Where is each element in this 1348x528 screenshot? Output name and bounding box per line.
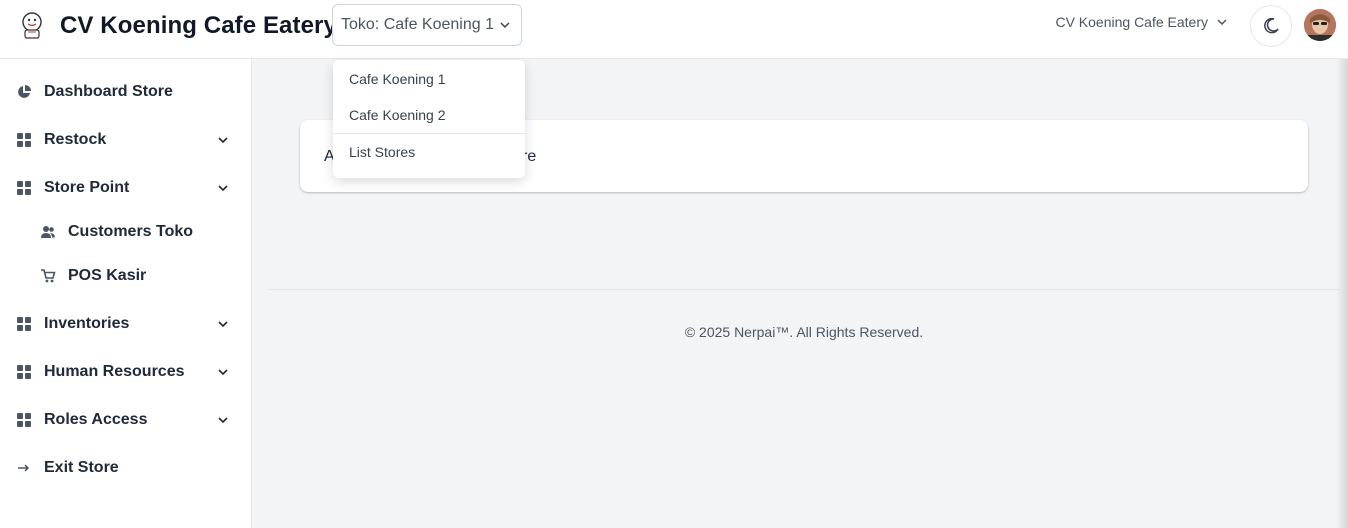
grid-icon xyxy=(17,317,31,331)
sidebar-item-inventories[interactable]: Inventories xyxy=(0,304,252,344)
organization-select-value: CV Koening Cafe Eatery xyxy=(1055,14,1208,30)
store-dropdown-menu: Cafe Koening 1 Cafe Koening 2 List Store… xyxy=(333,60,525,178)
sidebar-item-human-resources[interactable]: Human Resources xyxy=(0,352,252,392)
sidebar-item-customers-toko[interactable]: Customers Toko xyxy=(0,212,252,252)
sidebar-item-store-point[interactable]: Store Point xyxy=(0,168,252,208)
chevron-down-icon xyxy=(218,417,228,424)
grid-icon xyxy=(17,181,31,195)
sidebar-item-label: Restock xyxy=(44,131,107,148)
pie-chart-icon xyxy=(18,85,31,98)
sidebar-item-label: POS Kasir xyxy=(68,267,147,284)
chevron-down-icon xyxy=(218,137,228,144)
chevron-down-icon xyxy=(218,369,228,376)
scroll-shadow xyxy=(1336,59,1348,528)
store-select[interactable]: Toko: Cafe Koening 1 xyxy=(332,4,522,46)
sidebar-item-label: Roles Access xyxy=(44,411,148,428)
chevron-down-icon xyxy=(218,321,228,328)
footer-copyright: © 2025 Nerpai™. All Rights Reserved. xyxy=(684,324,924,340)
theme-toggle-button[interactable] xyxy=(1250,5,1292,47)
chevron-down-icon xyxy=(1217,19,1227,26)
app-title: CV Koening Cafe Eatery xyxy=(60,12,337,39)
users-icon xyxy=(41,226,55,238)
sidebar-item-exit-store[interactable]: Exit Store xyxy=(0,448,252,488)
list-stores-link[interactable]: List Stores xyxy=(333,134,525,170)
sidebar-item-label: Customers Toko xyxy=(68,223,194,240)
chevron-down-icon xyxy=(500,22,510,29)
cart-icon xyxy=(41,269,56,283)
sidebar-item-restock[interactable]: Restock xyxy=(0,120,252,160)
organization-select[interactable]: CV Koening Cafe Eatery xyxy=(1055,14,1228,30)
sidebar-item-label: Exit Store xyxy=(44,459,119,476)
sidebar-item-label: Human Resources xyxy=(44,363,185,380)
arrow-right-icon xyxy=(18,464,30,472)
sidebar-item-label: Inventories xyxy=(44,315,130,332)
top-header: CV Koening Cafe Eatery Toko: Cafe Koenin… xyxy=(0,0,1348,59)
grid-icon xyxy=(17,365,31,379)
grid-icon xyxy=(17,413,31,427)
sidebar-item-label: Store Point xyxy=(44,179,130,196)
sidebar-item-pos-kasir[interactable]: POS Kasir xyxy=(0,256,252,296)
store-option-cafe-koening-2[interactable]: Cafe Koening 2 xyxy=(333,97,525,133)
grid-icon xyxy=(17,133,31,147)
store-select-value: Toko: Cafe Koening 1 xyxy=(341,16,494,33)
sidebar: Dashboard Store Restock Store Point Cust… xyxy=(0,59,252,528)
chevron-down-icon xyxy=(218,185,228,192)
sidebar-item-dashboard-store[interactable]: Dashboard Store xyxy=(0,72,252,112)
store-option-cafe-koening-1[interactable]: Cafe Koening 1 xyxy=(333,61,525,97)
app-logo-icon[interactable] xyxy=(17,10,47,40)
moon-icon xyxy=(1264,17,1279,34)
user-avatar[interactable] xyxy=(1304,9,1336,41)
sidebar-item-label: Dashboard Store xyxy=(44,83,173,100)
footer-divider xyxy=(268,289,1340,290)
sidebar-item-roles-access[interactable]: Roles Access xyxy=(0,400,252,440)
